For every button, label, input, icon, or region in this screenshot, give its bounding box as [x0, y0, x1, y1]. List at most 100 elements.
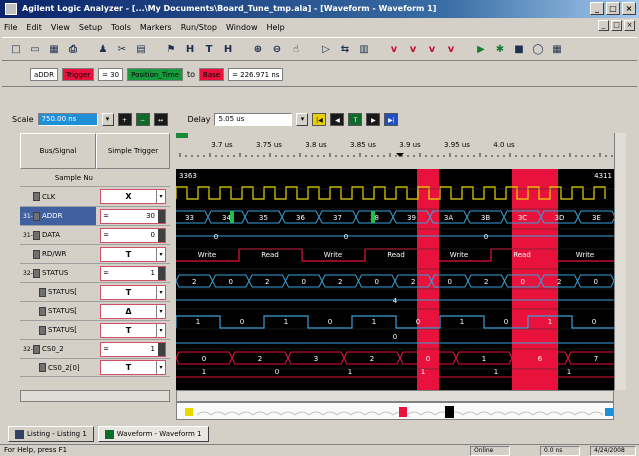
delay-first-button[interactable]: |◀ [312, 112, 327, 126]
trigger-field[interactable]: Δ ▾ [100, 303, 166, 319]
trigger-field[interactable]: T ▾ [100, 322, 166, 338]
save-icon[interactable]: ▦ [46, 41, 62, 57]
signal-row[interactable]: CS0_2[0] T ▾ [20, 359, 170, 377]
menu-file[interactable]: File [4, 23, 17, 32]
zoom-fit-button[interactable]: ↔ [153, 112, 168, 126]
scale-field[interactable]: 750.00 ns [37, 112, 98, 126]
menu-tools[interactable]: Tools [111, 23, 131, 32]
signal-row[interactable]: CLK X ▾ [20, 187, 170, 207]
mdi-minimize-button[interactable]: _ [598, 20, 609, 31]
signal-name-cell[interactable]: CLK [20, 187, 96, 207]
trigger-field[interactable]: = 30 [100, 208, 166, 224]
trigger-field[interactable]: = 1 [100, 265, 166, 281]
chevron-down-icon[interactable]: ▾ [156, 247, 165, 261]
mdi-close-button[interactable]: × [624, 20, 635, 31]
hb-icon[interactable]: H [220, 41, 236, 57]
signal-row[interactable]: 31- ADDR = 30 [20, 207, 170, 226]
marker-base[interactable]: Base [199, 68, 225, 81]
trigger-field[interactable]: = 1 [100, 341, 166, 357]
menu-help[interactable]: Help [267, 23, 285, 32]
trigger-field[interactable]: T ▾ [100, 360, 166, 375]
zoom-in-icon[interactable]: ⊕ [250, 41, 266, 57]
delay-next-button[interactable]: ▶ [366, 112, 381, 126]
trigger-field[interactable]: = 0 [100, 227, 166, 243]
trigger-operator[interactable]: = [101, 269, 111, 277]
chevron-down-icon[interactable]: ▾ [156, 304, 165, 318]
trig4-icon[interactable]: ⅴ [443, 41, 459, 57]
chevron-down-icon[interactable]: ▾ [156, 190, 165, 203]
waveform-display[interactable]: 3.7 us 3.75 us 3.8 us 3.85 us 3.9 us 3.95 us 4… [176, 133, 614, 390]
trigger-value[interactable]: 0 [111, 231, 158, 239]
trigger-spin[interactable] [158, 342, 165, 356]
signal-row[interactable]: STATUS[Δ ▾ [20, 302, 170, 321]
signal-list-scrollbar[interactable] [20, 390, 170, 402]
stop-icon[interactable]: ■ [511, 41, 527, 57]
marker-icon[interactable]: ⚑ [163, 41, 179, 57]
misc2-icon[interactable]: ▦ [549, 41, 565, 57]
trigger-field[interactable]: X ▾ [100, 189, 166, 204]
waveform-vscrollbar[interactable] [614, 133, 626, 390]
signal-row[interactable]: STATUS[T ▾ [20, 283, 170, 302]
menu-window[interactable]: Window [226, 23, 258, 32]
trigger-spin[interactable] [158, 228, 165, 242]
goto-icon[interactable]: ▷ [318, 41, 334, 57]
waveform-hscrollbar[interactable] [176, 390, 614, 402]
maximize-button[interactable]: □ [606, 2, 620, 15]
signal-name-cell[interactable]: STATUS[ [20, 302, 96, 321]
signal-name-cell[interactable]: Sample Nu [20, 169, 96, 187]
signal-row[interactable]: 32- STATUS = 1 [20, 264, 170, 283]
zoom-out-button[interactable]: − [135, 112, 150, 126]
menu-view[interactable]: View [51, 23, 70, 32]
signal-row[interactable]: RD/WR T ▾ [20, 245, 170, 264]
signal-name-cell[interactable]: RD/WR [20, 245, 96, 264]
chevron-down-icon[interactable]: ▾ [156, 361, 165, 374]
trigger-field[interactable]: T ▾ [100, 246, 166, 262]
signal-name-cell[interactable]: 31- ADDR [20, 207, 96, 226]
signal-name-cell[interactable]: STATUS[ [20, 321, 96, 340]
minimize-button[interactable]: _ [590, 2, 604, 15]
trigger-value[interactable]: 1 [111, 269, 158, 277]
trigger-value[interactable]: 30 [111, 212, 158, 220]
signal-row[interactable]: 32- CS0_2 = 1 [20, 340, 170, 359]
bus-signal-header[interactable]: Bus/Signal [20, 133, 96, 169]
trig3-icon[interactable]: ⅴ [424, 41, 440, 57]
scale-spin-button[interactable]: ▾ [101, 112, 114, 126]
trigger-operator[interactable]: = [101, 231, 111, 239]
trig1-icon[interactable]: ⅴ [386, 41, 402, 57]
signal-name-cell[interactable]: CS0_2[0] [20, 359, 96, 377]
menu-setup[interactable]: Setup [79, 23, 102, 32]
find-icon[interactable]: ♟ [95, 41, 111, 57]
zoom-out-icon[interactable]: ⊖ [269, 41, 285, 57]
signal-row[interactable]: STATUS[T ▾ [20, 321, 170, 340]
trigger-value[interactable]: 1 [111, 345, 158, 353]
tab-waveform[interactable]: Waveform - Waveform 1 [97, 426, 209, 442]
menu-markers[interactable]: Markers [140, 23, 172, 32]
paste-icon[interactable]: ▤ [133, 41, 149, 57]
open-icon[interactable]: ▭ [27, 41, 43, 57]
delay-spin-button[interactable]: ▾ [296, 112, 309, 126]
trigger-spin[interactable] [158, 266, 165, 280]
pan-icon[interactable]: ☝ [288, 41, 304, 57]
t-icon[interactable]: T [201, 41, 217, 57]
sync-icon[interactable]: ⇆ [337, 41, 353, 57]
delay-trigger-button[interactable]: T [348, 112, 363, 126]
chart-icon[interactable]: ▥ [356, 41, 372, 57]
signal-row[interactable]: Sample Nu [20, 169, 170, 187]
marker-trigger-expr[interactable]: = 30 [98, 68, 124, 81]
h-icon[interactable]: H [182, 41, 198, 57]
signal-name-cell[interactable]: STATUS[ [20, 283, 96, 302]
simple-trigger-header[interactable]: Simple Trigger [96, 133, 170, 169]
tab-listing[interactable]: Listing - Listing 1 [8, 426, 94, 442]
close-button[interactable]: × [622, 2, 636, 15]
signal-name-cell[interactable]: 32- CS0_2 [20, 340, 96, 359]
marker-signal[interactable]: aDDR [30, 68, 58, 81]
delay-field[interactable]: 5.05 us [214, 112, 293, 126]
new-icon[interactable]: □ [8, 41, 24, 57]
trigger-operator[interactable]: = [101, 345, 111, 353]
overview-bar[interactable] [176, 402, 614, 420]
chevron-down-icon[interactable]: ▾ [156, 285, 165, 299]
trigger-field[interactable]: T ▾ [100, 284, 166, 300]
delay-last-button[interactable]: ▶| [384, 112, 399, 126]
signal-row[interactable]: 31- DATA = 0 [20, 226, 170, 245]
zoom-in-button[interactable]: + [117, 112, 132, 126]
